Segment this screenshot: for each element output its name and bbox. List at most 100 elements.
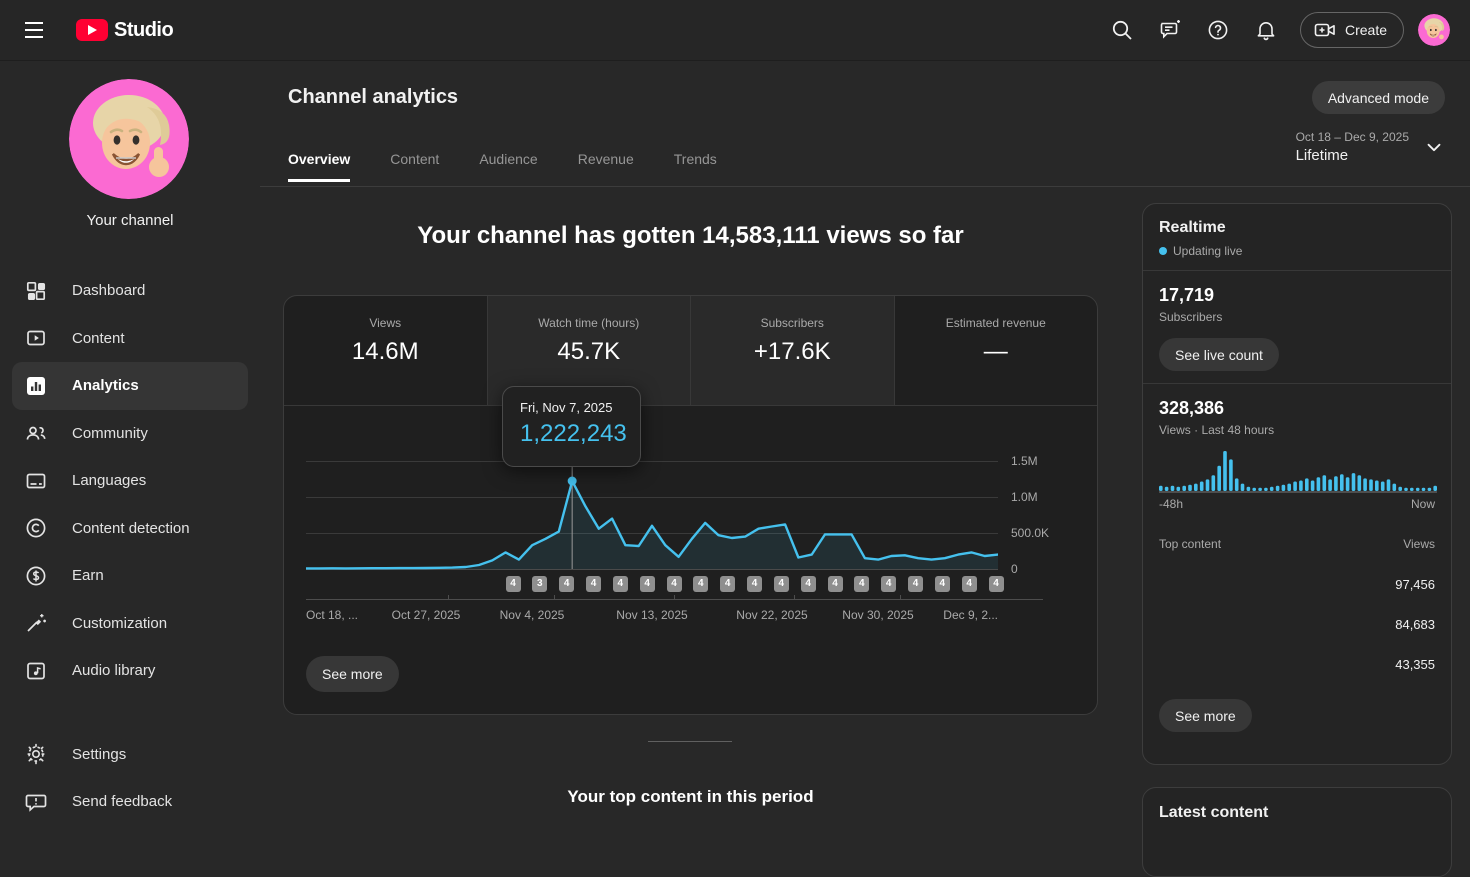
upload-badge[interactable]: 4 bbox=[989, 576, 1004, 592]
sidebar-item-label: Analytics bbox=[72, 377, 139, 394]
page-title: Channel analytics bbox=[288, 86, 458, 109]
realtime-bar bbox=[1282, 485, 1286, 491]
tab-overview[interactable]: Overview bbox=[288, 151, 350, 182]
realtime-bar bbox=[1352, 473, 1356, 491]
realtime-bar bbox=[1241, 484, 1245, 491]
y-axis-tick: 1.5M bbox=[1011, 454, 1038, 468]
tab-revenue[interactable]: Revenue bbox=[578, 151, 634, 182]
upload-badge[interactable]: 4 bbox=[720, 576, 735, 592]
sidebar-item-languages[interactable]: Languages bbox=[0, 457, 260, 505]
realtime-bar-chart[interactable] bbox=[1159, 449, 1437, 493]
sidebar-item-analytics[interactable]: Analytics bbox=[12, 362, 248, 410]
x-axis-tick: Dec 9, 2... bbox=[943, 608, 998, 622]
latest-content-card: Latest content bbox=[1142, 787, 1452, 877]
search-icon[interactable] bbox=[1102, 10, 1142, 50]
brand-name: Studio bbox=[114, 19, 173, 42]
main-content: Channel analytics Advanced mode Overview… bbox=[260, 60, 1470, 833]
realtime-bar bbox=[1369, 479, 1373, 491]
realtime-bar bbox=[1223, 451, 1227, 491]
upload-badge[interactable]: 4 bbox=[747, 576, 762, 592]
realtime-bar bbox=[1171, 486, 1175, 491]
realtime-axis-right: Now bbox=[1411, 497, 1435, 511]
feedback-icon[interactable] bbox=[1150, 10, 1190, 50]
upload-badge[interactable]: 4 bbox=[586, 576, 601, 592]
metric-value: +17.6K bbox=[691, 338, 894, 366]
sidebar-item-community[interactable]: Community bbox=[0, 410, 260, 458]
realtime-bar bbox=[1217, 466, 1221, 491]
top-content-row[interactable]: 84,683 bbox=[1159, 604, 1435, 644]
see-more-button[interactable]: See more bbox=[306, 656, 399, 692]
sidebar-item-label: Settings bbox=[72, 746, 126, 763]
upload-badge[interactable]: 4 bbox=[854, 576, 869, 592]
x-axis-tick: Nov 22, 2025 bbox=[736, 608, 807, 622]
top-content-views: 84,683 bbox=[1395, 617, 1435, 632]
sidebar-item-customization[interactable]: Customization bbox=[0, 600, 260, 648]
sidebar-item-label: Audio library bbox=[72, 662, 155, 679]
youtube-studio-logo[interactable]: Studio bbox=[76, 19, 173, 42]
upload-badge[interactable]: 4 bbox=[506, 576, 521, 592]
realtime-bar bbox=[1317, 477, 1321, 491]
metric-tab-subscribers[interactable]: Subscribers +17.6K bbox=[690, 296, 894, 405]
upload-badge[interactable]: 4 bbox=[881, 576, 896, 592]
upload-badge[interactable]: 4 bbox=[801, 576, 816, 592]
realtime-bar bbox=[1358, 475, 1362, 491]
tab-trends[interactable]: Trends bbox=[674, 151, 717, 182]
create-button[interactable]: Create bbox=[1300, 12, 1404, 48]
account-avatar[interactable] bbox=[1418, 14, 1450, 46]
realtime-bar bbox=[1264, 488, 1268, 491]
sidebar-item-label: Send feedback bbox=[72, 793, 172, 810]
upload-badge[interactable]: 4 bbox=[908, 576, 923, 592]
x-axis-line bbox=[306, 599, 1043, 600]
date-range-picker[interactable]: Oct 18 – Dec 9, 2025 Lifetime bbox=[1296, 130, 1445, 164]
channel-avatar[interactable] bbox=[69, 79, 189, 199]
upload-badge[interactable]: 4 bbox=[613, 576, 628, 592]
realtime-bar bbox=[1252, 488, 1256, 491]
sidebar-item-content[interactable]: Content bbox=[0, 315, 260, 363]
top-content-row[interactable]: 97,456 bbox=[1159, 564, 1435, 604]
realtime-bar bbox=[1381, 482, 1385, 492]
upload-badge[interactable]: 4 bbox=[693, 576, 708, 592]
send-feedback-icon bbox=[24, 790, 48, 814]
upload-badge[interactable]: 4 bbox=[774, 576, 789, 592]
tab-content[interactable]: Content bbox=[390, 151, 439, 182]
realtime-bar bbox=[1200, 482, 1204, 492]
upload-badge[interactable]: 4 bbox=[640, 576, 655, 592]
tab-audience[interactable]: Audience bbox=[479, 151, 537, 182]
channel-label: Your channel bbox=[0, 212, 260, 229]
notifications-icon[interactable] bbox=[1246, 10, 1286, 50]
realtime-bar bbox=[1311, 481, 1315, 492]
sidebar-item-dashboard[interactable]: Dashboard bbox=[0, 267, 260, 315]
sidebar-item-content-detection[interactable]: Content detection bbox=[0, 505, 260, 553]
date-range-text: Oct 18 – Dec 9, 2025 bbox=[1296, 130, 1409, 144]
see-live-count-button[interactable]: See live count bbox=[1159, 338, 1279, 371]
realtime-bar bbox=[1404, 488, 1408, 491]
sidebar-item-earn[interactable]: Earn bbox=[0, 552, 260, 600]
upload-badge[interactable]: 4 bbox=[828, 576, 843, 592]
help-icon[interactable] bbox=[1198, 10, 1238, 50]
metric-tab-estimated-revenue[interactable]: Estimated revenue — bbox=[894, 296, 1098, 405]
live-dot-icon bbox=[1159, 247, 1167, 255]
sidebar-item-settings[interactable]: Settings bbox=[0, 731, 260, 779]
upload-badge[interactable]: 4 bbox=[935, 576, 950, 592]
views-line-chart[interactable] bbox=[306, 451, 998, 581]
top-content-row[interactable]: 43,355 bbox=[1159, 644, 1435, 684]
upload-badge[interactable]: 4 bbox=[962, 576, 977, 592]
latest-content-title: Latest content bbox=[1143, 788, 1451, 838]
sidebar-item-audio-library[interactable]: Audio library bbox=[0, 647, 260, 695]
x-axis-tick: Nov 30, 2025 bbox=[842, 608, 913, 622]
sidebar-item-label: Community bbox=[72, 425, 148, 442]
content-icon bbox=[24, 326, 48, 350]
upload-badge[interactable]: 3 bbox=[532, 576, 547, 592]
menu-icon[interactable] bbox=[14, 10, 54, 50]
realtime-see-more-button[interactable]: See more bbox=[1159, 699, 1252, 732]
advanced-mode-button[interactable]: Advanced mode bbox=[1312, 81, 1445, 114]
sidebar-item-send-feedback[interactable]: Send feedback bbox=[0, 778, 260, 826]
metric-label: Estimated revenue bbox=[895, 316, 1098, 330]
audio-library-icon bbox=[24, 659, 48, 683]
copyright-icon bbox=[24, 516, 48, 540]
upload-badge[interactable]: 4 bbox=[559, 576, 574, 592]
realtime-bar bbox=[1182, 486, 1186, 491]
views-headline: Your channel has gotten 14,583,111 views… bbox=[283, 222, 1098, 250]
upload-badge[interactable]: 4 bbox=[667, 576, 682, 592]
metric-tab-views[interactable]: Views 14.6M bbox=[284, 296, 487, 405]
